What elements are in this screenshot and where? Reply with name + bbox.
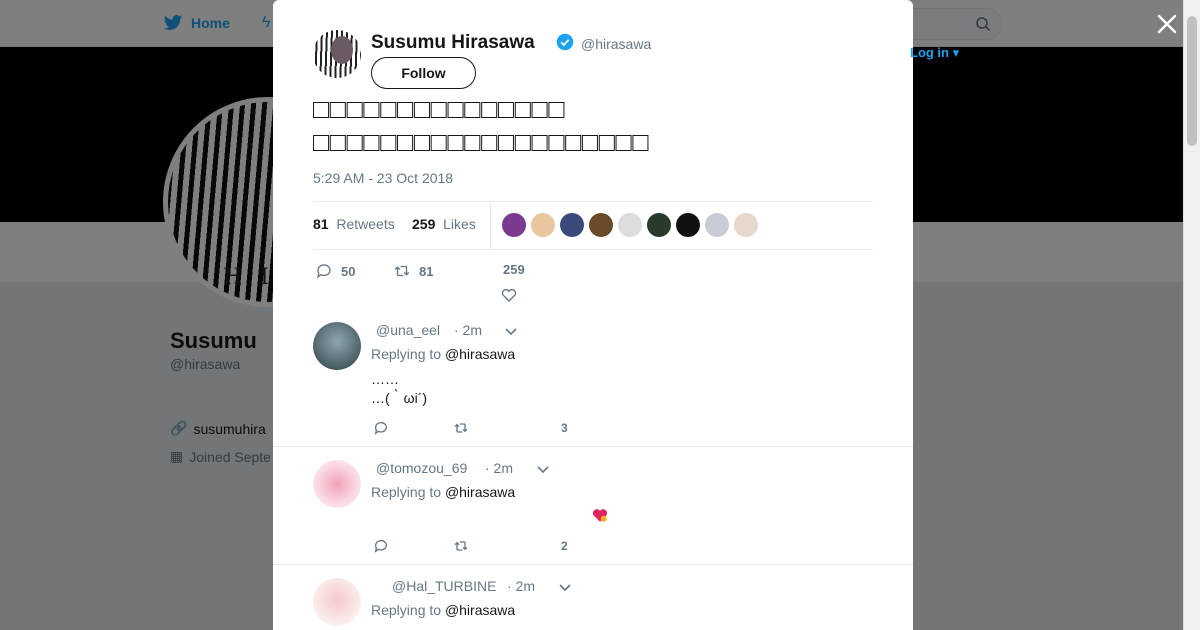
reply-button[interactable]: 50 <box>315 262 355 280</box>
reply-like-count: 2 <box>561 539 568 553</box>
reply-text: …… …(｀ωi´) <box>371 371 428 406</box>
scrollbar-thumb[interactable] <box>1187 16 1197 146</box>
tweet-text: □□□□□□□□□□□□□□□ □□□□□□□□□□□□□□□□□□□□ <box>313 94 650 157</box>
follow-button[interactable]: Follow <box>371 57 476 89</box>
verified-badge-icon <box>556 33 574 51</box>
author-name[interactable]: Susumu Hirasawa <box>371 32 535 54</box>
chevron-down-icon[interactable] <box>504 324 518 338</box>
replying-to: Replying to @hirasawa <box>371 346 516 362</box>
reply-icon <box>374 422 387 435</box>
tweet-modal: Susumu Hirasawa @hirasawa Follow □□□□□□□… <box>273 0 913 630</box>
reply-reply-button[interactable] <box>373 538 389 554</box>
reply-handle[interactable]: @Hal_TURBINE <box>392 578 496 594</box>
stats-divider <box>490 202 491 249</box>
reply-handle[interactable]: @una_eel <box>376 322 440 338</box>
liker-avatar[interactable] <box>560 213 584 237</box>
likers-avatars <box>502 213 758 237</box>
replying-to: Replying to @hirasawa <box>371 484 516 500</box>
reply-time[interactable]: · 2m <box>507 578 535 594</box>
reply-item[interactable]: @una_eel · 2m Replying to @hirasawa …… …… <box>273 310 913 447</box>
liker-avatar[interactable] <box>734 213 758 237</box>
tweet-actions: 50 81 259 <box>313 262 873 306</box>
retweet-icon <box>454 423 468 433</box>
liker-avatar[interactable] <box>531 213 555 237</box>
reply-like-count: 3 <box>561 421 568 435</box>
tweet-stats: 81 Retweets 259 Likes <box>313 201 873 250</box>
retweet-icon <box>454 541 468 551</box>
retweet-icon <box>394 265 410 277</box>
liker-avatar[interactable] <box>502 213 526 237</box>
liker-avatar[interactable] <box>676 213 700 237</box>
tweet-timestamp[interactable]: 5:29 AM - 23 Oct 2018 <box>313 170 453 186</box>
reply-avatar[interactable] <box>313 460 361 508</box>
retweet-count: 81 <box>419 263 434 279</box>
retweets-stat[interactable]: 81 Retweets <box>313 216 395 232</box>
reply-retweet-button[interactable] <box>453 538 469 554</box>
scrollbar[interactable] <box>1183 0 1200 630</box>
close-icon[interactable] <box>1155 12 1179 36</box>
liker-avatar[interactable] <box>647 213 671 237</box>
reply-time[interactable]: · 2m <box>454 322 482 338</box>
reply-handle[interactable]: @tomozou_69 <box>376 460 467 476</box>
reply-count: 50 <box>341 263 356 279</box>
heart-emoji-icon <box>592 509 608 522</box>
like-count-label: 259 <box>503 262 525 277</box>
chevron-down-icon[interactable] <box>536 462 550 476</box>
reply-item[interactable]: @tomozou_69 · 2m Replying to @hirasawa 2 <box>273 448 913 565</box>
liker-avatar[interactable] <box>618 213 642 237</box>
author-handle[interactable]: @hirasawa <box>581 36 651 52</box>
reply-icon <box>316 264 331 279</box>
liker-avatar[interactable] <box>705 213 729 237</box>
author-avatar[interactable] <box>313 30 361 78</box>
reply-avatar[interactable] <box>313 322 361 370</box>
liker-avatar[interactable] <box>589 213 613 237</box>
heart-icon[interactable] <box>500 286 518 304</box>
chevron-down-icon[interactable] <box>558 580 572 594</box>
retweet-button[interactable]: 81 <box>393 262 433 280</box>
reply-reply-button[interactable] <box>373 420 389 436</box>
reply-retweet-button[interactable] <box>453 420 469 436</box>
replying-to: Replying to @hirasawa <box>371 602 516 618</box>
login-link[interactable]: Log in ▾ <box>910 45 959 61</box>
likes-stat[interactable]: 259 Likes <box>412 216 476 232</box>
reply-avatar[interactable] <box>313 578 361 626</box>
reply-icon <box>374 540 387 553</box>
reply-time[interactable]: · 2m <box>485 460 513 476</box>
reply-item[interactable]: @Hal_TURBINE · 2m Replying to @hirasawa <box>273 566 913 630</box>
